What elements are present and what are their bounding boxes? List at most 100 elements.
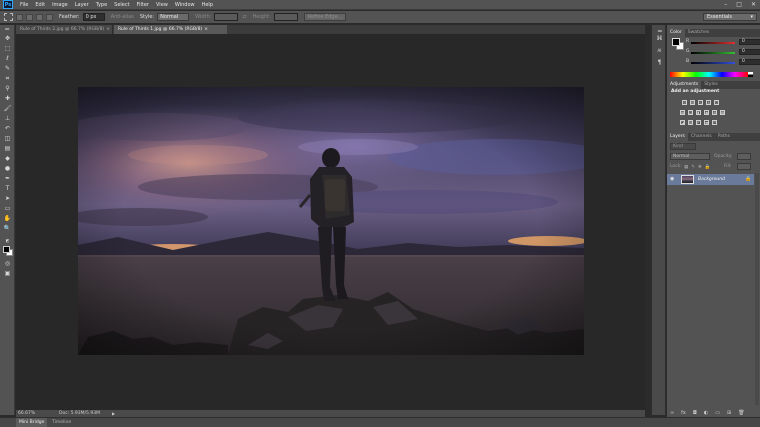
type-tool-icon[interactable]: T — [3, 185, 12, 193]
red-channel-slider[interactable]: R 0 — [686, 39, 760, 46]
brush-tool-icon[interactable]: 🖌 — [3, 105, 12, 113]
channel-value-input[interactable]: 0 — [739, 49, 760, 55]
trash-icon[interactable]: 🗑 — [738, 410, 744, 416]
color-panel-foreground-swatch[interactable] — [672, 38, 680, 46]
slider-track[interactable] — [691, 52, 735, 54]
marquee-tool-preset-icon[interactable] — [4, 13, 13, 21]
menu-select[interactable]: Select — [114, 2, 129, 8]
blur-tool-icon[interactable]: ◆ — [3, 155, 12, 163]
intersect-selection-icon[interactable] — [46, 13, 53, 21]
layer-filter-select[interactable]: Kind — [670, 143, 696, 150]
layer-style-icon[interactable]: fx — [681, 410, 686, 416]
doc-tab-rule-of-thirds-1[interactable]: Rule of Thirds 1.jpg @ 66.7% (RGB/8) × — [114, 25, 227, 34]
black-white-icon[interactable]: ◧ — [696, 110, 701, 115]
quick-select-tool-icon[interactable]: ✎ — [3, 65, 12, 73]
menu-help[interactable]: Help — [202, 2, 213, 8]
status-menu-arrow-icon[interactable]: ▶ — [112, 410, 115, 417]
document-image[interactable] — [78, 87, 584, 355]
lock-transparent-icon[interactable]: ▦ — [684, 165, 688, 170]
height-input[interactable] — [273, 13, 298, 21]
tab-adjustments[interactable]: Adjustments — [667, 81, 702, 89]
crop-tool-icon[interactable]: ⌗ — [3, 75, 12, 83]
rectangle-tool-icon[interactable]: ▭ — [3, 205, 12, 213]
gradient-tool-icon[interactable]: ▤ — [3, 145, 12, 153]
zoom-level[interactable]: 66.67% — [18, 410, 35, 417]
levels-icon[interactable]: ▥ — [690, 100, 695, 105]
workspace-select[interactable]: Essentials ▾ — [703, 13, 757, 21]
add-to-selection-icon[interactable] — [26, 13, 33, 21]
marquee-tool-icon[interactable]: ⬚ — [3, 45, 12, 53]
new-group-icon[interactable]: ▭ — [715, 410, 720, 416]
exposure-icon[interactable]: ± — [706, 100, 711, 105]
tab-paths[interactable]: Paths — [715, 133, 733, 141]
close-tab-icon[interactable]: × — [106, 27, 110, 32]
tab-timeline[interactable]: Timeline — [49, 418, 74, 427]
tab-mini-bridge[interactable]: Mini Bridge — [16, 418, 48, 427]
hue-saturation-icon[interactable]: ▦ — [680, 110, 685, 115]
path-selection-tool-icon[interactable]: ➤ — [3, 195, 12, 203]
zoom-tool-icon[interactable]: 🔍 — [3, 225, 12, 233]
healing-brush-tool-icon[interactable]: ✚ — [3, 95, 12, 103]
opacity-input[interactable] — [737, 153, 751, 160]
selective-color-icon[interactable]: ◳ — [712, 120, 717, 125]
close-tab-icon[interactable]: × — [204, 27, 208, 32]
slider-track[interactable] — [691, 42, 735, 44]
width-input[interactable] — [214, 13, 239, 21]
lock-all-icon[interactable]: 🔒 — [705, 165, 711, 170]
vibrance-icon[interactable]: ▽ — [714, 100, 719, 105]
blend-mode-select[interactable]: Normal — [670, 153, 710, 160]
blue-channel-slider[interactable]: B 0 — [686, 59, 760, 66]
new-adjustment-icon[interactable]: ◐ — [704, 410, 708, 416]
color-lookup-icon[interactable]: ▩ — [720, 110, 725, 115]
history-brush-tool-icon[interactable]: ↶ — [3, 125, 12, 133]
brightness-contrast-icon[interactable]: ☼ — [682, 100, 687, 105]
menu-type[interactable]: Type — [96, 2, 107, 8]
photo-filter-icon[interactable]: ◉ — [704, 110, 709, 115]
maximize-icon[interactable]: □ — [736, 1, 742, 9]
hand-tool-icon[interactable]: ✋ — [3, 215, 12, 223]
antialias-checkbox[interactable]: Anti-alias — [111, 14, 134, 20]
doc-tab-rule-of-thirds-2[interactable]: Rule of Thirds 2.jpg @ 66.7% (RGB/8) × — [16, 25, 113, 34]
panel-collapse-icon[interactable]: ▸▸ — [3, 27, 12, 35]
tab-styles[interactable]: Styles — [701, 81, 721, 89]
tab-color[interactable]: Color — [667, 29, 685, 37]
color-balance-icon[interactable]: ⚖ — [688, 110, 693, 115]
foreground-color-swatch[interactable] — [3, 246, 10, 253]
properties-panel-icon[interactable]: AI — [655, 46, 664, 55]
new-selection-icon[interactable] — [16, 13, 23, 21]
channel-value-input[interactable]: 0 — [739, 59, 760, 65]
quick-mask-icon[interactable]: ◎ — [3, 260, 12, 268]
black-white-ramp[interactable] — [748, 72, 753, 77]
canvas-area[interactable] — [16, 34, 645, 410]
layer-row-background[interactable]: ◉ Background 🔒 — [667, 174, 754, 185]
fill-input[interactable] — [737, 163, 751, 170]
tab-channels[interactable]: Channels — [688, 133, 715, 141]
green-channel-slider[interactable]: G 0 — [686, 49, 760, 56]
layers-scrollbar[interactable] — [755, 173, 759, 405]
channel-value-input[interactable]: 0 — [739, 39, 760, 45]
invert-icon[interactable]: ◪ — [680, 120, 685, 125]
link-layers-icon[interactable]: ∞ — [670, 410, 674, 416]
channel-mixer-icon[interactable]: ⊕ — [712, 110, 717, 115]
menu-image[interactable]: Image — [52, 2, 68, 8]
history-panel-icon[interactable]: ⌘ — [655, 34, 664, 43]
gradient-map-icon[interactable]: ▬ — [704, 120, 709, 125]
subtract-selection-icon[interactable] — [36, 13, 43, 21]
color-spectrum-ramp[interactable] — [670, 72, 748, 77]
lock-position-icon[interactable]: ✥ — [698, 165, 702, 170]
menu-layer[interactable]: Layer — [75, 2, 89, 8]
close-icon[interactable]: ✕ — [751, 1, 756, 9]
screen-mode-icon[interactable]: ▣ — [3, 270, 12, 278]
menu-filter[interactable]: Filter — [137, 2, 149, 8]
slider-track[interactable] — [691, 62, 735, 64]
tab-swatches[interactable]: Swatches — [685, 29, 713, 37]
add-mask-icon[interactable]: ◘ — [693, 410, 697, 416]
default-colors-icon[interactable]: ◩ — [3, 237, 12, 245]
new-layer-icon[interactable]: ⊞ — [727, 410, 731, 416]
eyedropper-tool-icon[interactable]: ⚲ — [3, 85, 12, 93]
style-select[interactable]: Normal — [157, 13, 190, 21]
refine-edge-button[interactable]: Refine Edge... — [303, 13, 347, 21]
dodge-tool-icon[interactable]: ● — [3, 165, 12, 173]
menu-window[interactable]: Window — [175, 2, 195, 8]
threshold-icon[interactable]: ◰ — [696, 120, 701, 125]
